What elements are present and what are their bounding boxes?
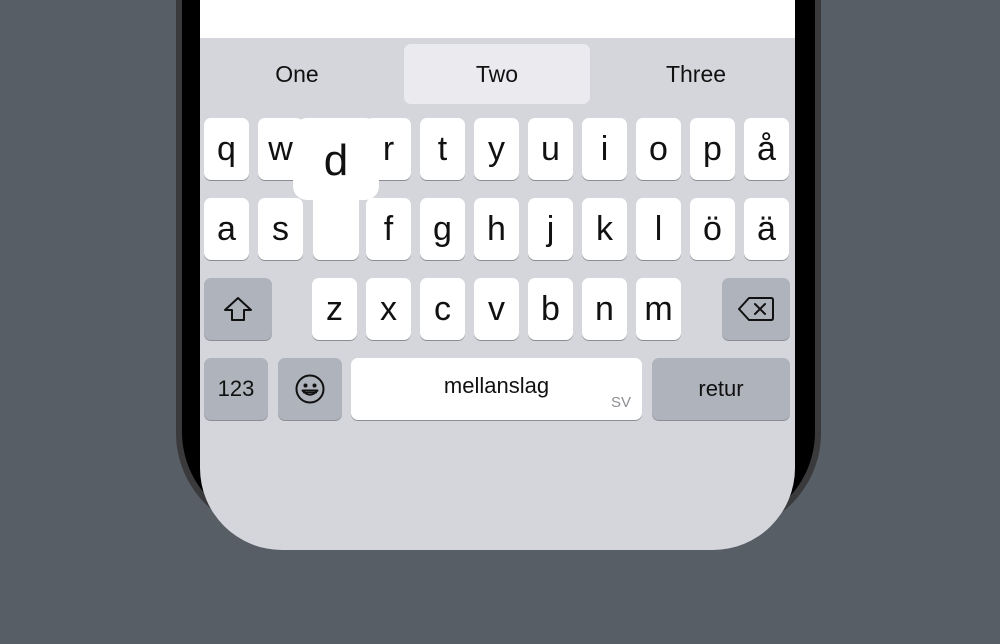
space-key[interactable]: mellanslag SV	[351, 358, 642, 420]
return-key[interactable]: retur	[652, 358, 790, 420]
phone-screen: One Two Three q w e r t y u i o p å a s …	[200, 0, 795, 550]
key-a-ring[interactable]: å	[744, 118, 789, 180]
key-t[interactable]: t	[420, 118, 465, 180]
key-a-umlaut[interactable]: ä	[744, 198, 789, 260]
key-z[interactable]: z	[312, 278, 357, 340]
popup-stem	[313, 180, 359, 260]
key-b[interactable]: b	[528, 278, 573, 340]
key-x[interactable]: x	[366, 278, 411, 340]
key-v[interactable]: v	[474, 278, 519, 340]
key-k[interactable]: k	[582, 198, 627, 260]
language-indicator: SV	[610, 394, 631, 411]
key-j[interactable]: j	[528, 198, 573, 260]
shift-arrow-icon	[224, 297, 252, 321]
popup-letter: d	[323, 136, 349, 185]
numbers-key[interactable]: 123	[204, 358, 268, 420]
key-a[interactable]: a	[204, 198, 249, 260]
key-o-umlaut[interactable]: ö	[690, 198, 735, 260]
key-preview-popup: d	[293, 118, 379, 260]
suggestion-one[interactable]: One	[204, 44, 390, 104]
suggestion-three[interactable]: Three	[603, 44, 789, 104]
key-p[interactable]: p	[690, 118, 735, 180]
text-input-area[interactable]	[200, 0, 795, 38]
emoji-key[interactable]	[278, 358, 342, 420]
shift-key[interactable]	[204, 278, 272, 340]
key-u[interactable]: u	[528, 118, 573, 180]
space-label: mellanslag	[443, 373, 550, 398]
key-n[interactable]: n	[582, 278, 627, 340]
key-y[interactable]: y	[474, 118, 519, 180]
delete-key[interactable]	[722, 278, 790, 340]
suggestion-two[interactable]: Two	[404, 44, 590, 104]
key-o[interactable]: o	[636, 118, 681, 180]
key-g[interactable]: g	[420, 198, 465, 260]
key-i[interactable]: i	[582, 118, 627, 180]
key-c[interactable]: c	[420, 278, 465, 340]
key-q[interactable]: q	[204, 118, 249, 180]
backspace-icon	[738, 297, 774, 321]
key-h[interactable]: h	[474, 198, 519, 260]
key-l[interactable]: l	[636, 198, 681, 260]
emoji-smile-icon	[295, 374, 325, 404]
key-m[interactable]: m	[636, 278, 681, 340]
